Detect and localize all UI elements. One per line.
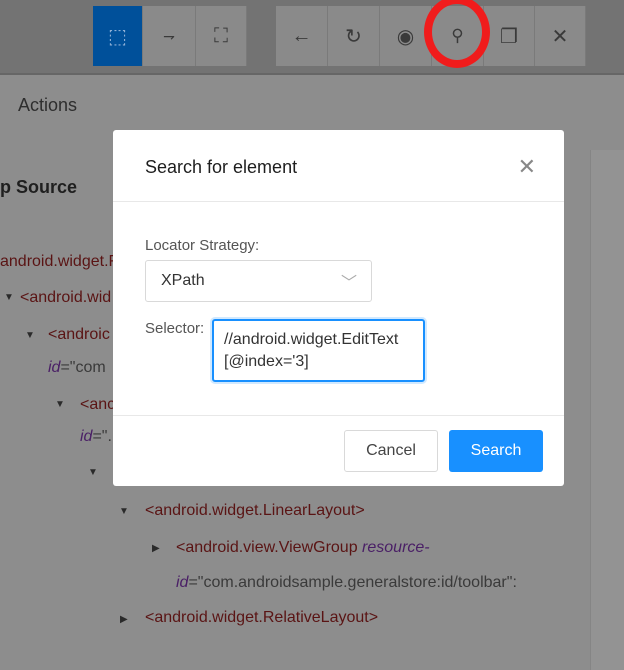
swipe-icon: ⇁ bbox=[163, 27, 175, 44]
footer-divider bbox=[113, 415, 564, 416]
refresh-button[interactable]: ↻ bbox=[328, 6, 380, 66]
search-element-modal: Search for element ✕ Locator Strategy: X… bbox=[113, 130, 564, 486]
search-submit-button[interactable]: Search bbox=[449, 430, 543, 472]
selector-label: Selector: bbox=[145, 320, 205, 337]
locator-strategy-value: XPath bbox=[161, 272, 205, 289]
locator-strategy-select[interactable]: XPath ﹀ bbox=[145, 260, 372, 302]
tree-node-attr: id="com.androidsample.generalstore:id/to… bbox=[176, 574, 517, 591]
tree-node[interactable]: <androic bbox=[48, 326, 110, 344]
source-panel-title: p Source bbox=[0, 177, 78, 197]
locator-strategy-label: Locator Strategy: bbox=[145, 237, 260, 254]
refresh-icon: ↻ bbox=[345, 25, 362, 48]
modal-header: Search for element ✕ bbox=[113, 130, 564, 202]
cancel-button[interactable]: Cancel bbox=[344, 430, 438, 472]
collapse-arrow-icon[interactable]: ▼ bbox=[4, 292, 14, 303]
collapse-arrow-icon[interactable]: ▼ bbox=[55, 399, 65, 410]
tree-node[interactable]: <anc bbox=[80, 396, 115, 414]
tree-node[interactable]: <android.widget.LinearLayout> bbox=[145, 502, 365, 520]
copy-xml-icon: ❐ bbox=[500, 25, 518, 48]
close-session-icon: ✕ bbox=[551, 25, 569, 48]
tree-node[interactable]: <android.view.ViewGroup resource- bbox=[176, 539, 430, 557]
back-icon: ← bbox=[291, 24, 312, 47]
back-button[interactable]: ← bbox=[276, 6, 328, 66]
selector-input[interactable]: //android.widget.EditText[@index='3] bbox=[212, 319, 425, 382]
tap-coordinates-icon: ⛶ bbox=[214, 24, 228, 47]
actions-tab[interactable]: Actions bbox=[18, 95, 77, 116]
collapse-arrow-icon[interactable]: ▼ bbox=[119, 506, 129, 517]
select-element-button[interactable]: ⬚ bbox=[93, 6, 143, 66]
copy-xml-button[interactable]: ❐ bbox=[484, 6, 535, 66]
tree-node-attr: id="com bbox=[48, 359, 106, 376]
swipe-button[interactable]: ⇁ bbox=[143, 6, 196, 66]
tree-node-attr: id=". bbox=[80, 428, 112, 445]
tree-node[interactable]: <android.wid bbox=[20, 289, 111, 307]
expand-arrow-icon[interactable]: ▶ bbox=[152, 543, 160, 554]
toolbar: ⬚ ⇁ ⛶ ← ↻ ◉ ⚲ ❐ ✕ bbox=[0, 0, 624, 75]
right-panel bbox=[590, 150, 624, 670]
tree-node[interactable]: <android.widget.RelativeLayout> bbox=[145, 609, 378, 627]
chevron-down-icon: ﹀ bbox=[340, 275, 357, 292]
quit-session-button[interactable]: ✕ bbox=[535, 6, 586, 66]
collapse-arrow-icon[interactable]: ▼ bbox=[88, 467, 98, 478]
expand-arrow-icon[interactable]: ▶ bbox=[120, 614, 128, 625]
eye-icon: ◉ bbox=[396, 25, 415, 48]
close-icon[interactable]: ✕ bbox=[518, 154, 536, 180]
modal-title: Search for element bbox=[145, 157, 298, 177]
tap-coordinates-button[interactable]: ⛶ bbox=[196, 6, 247, 66]
select-element-icon: ⬚ bbox=[108, 25, 127, 48]
tree-node[interactable]: android.widget.F bbox=[0, 253, 118, 271]
collapse-arrow-icon[interactable]: ▼ bbox=[25, 330, 35, 341]
